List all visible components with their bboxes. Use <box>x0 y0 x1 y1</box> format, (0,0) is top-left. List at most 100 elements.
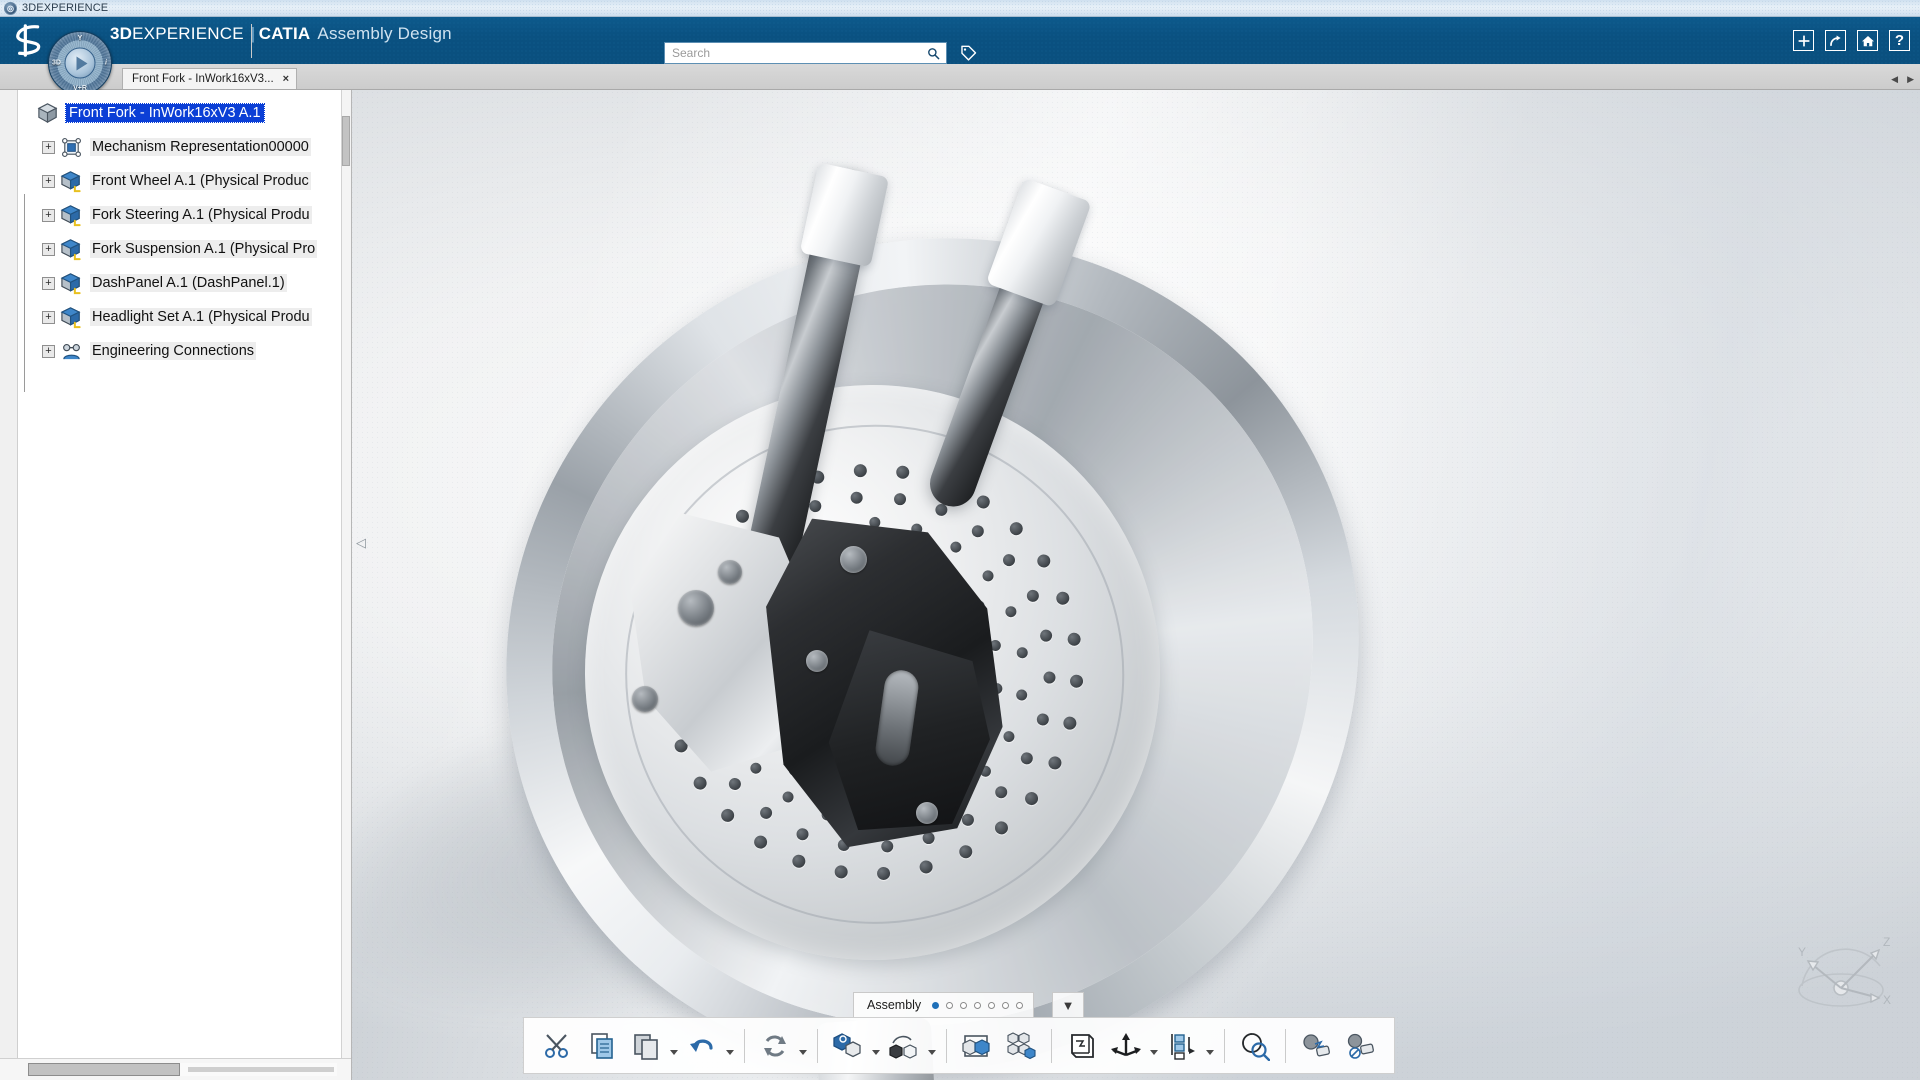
tree-node[interactable]: + DashPanel A.1 (DashPanel.1) <box>18 266 351 300</box>
product-root-icon <box>34 100 60 126</box>
paste-tool[interactable] <box>624 1022 668 1069</box>
section-page-dot[interactable] <box>1002 1001 1010 1009</box>
paste-tool-dropdown[interactable] <box>668 1022 680 1069</box>
insert-new-part-tool[interactable] <box>882 1022 926 1069</box>
tree-scroll-area[interactable]: Front Fork - InWork16xV3 A.1 + Mechanism R… <box>0 90 351 1058</box>
tree-node[interactable]: + Fork Steering A.1 (Physical Produ <box>18 198 351 232</box>
tab-next-icon[interactable]: ▶ <box>1907 74 1914 85</box>
update-tool[interactable] <box>753 1022 797 1069</box>
compass-quadrant-east[interactable]: i <box>105 60 107 67</box>
update-tool-dropdown[interactable] <box>797 1022 809 1069</box>
tag-button[interactable] <box>958 43 978 63</box>
tree-node[interactable]: + Engineering Connections <box>18 334 351 368</box>
tree-horizontal-scrollbar[interactable] <box>0 1058 351 1080</box>
section-page-dot[interactable] <box>946 1001 954 1009</box>
search-button[interactable] <box>920 43 946 63</box>
tree-node[interactable]: + Mechanism Representation00000 <box>18 130 351 164</box>
tree-expander-icon[interactable]: + <box>42 310 55 324</box>
tree-node[interactable]: + Headlight Set A.1 (Physical Produ <box>18 300 351 334</box>
manipulate-tool-dropdown[interactable] <box>1148 1022 1160 1069</box>
tree-hscroll-thumb[interactable] <box>28 1063 180 1076</box>
caliper-bolt[interactable] <box>806 650 828 672</box>
section-bar[interactable]: Assembly <box>853 992 1035 1017</box>
caliper-bolt[interactable] <box>916 802 938 824</box>
specification-tree[interactable]: Front Fork - InWork16xV3 A.1 + Mechanism R… <box>0 90 351 392</box>
tree-node-label[interactable]: Fork Suspension A.1 (Physical Pro <box>90 240 318 258</box>
compass-button[interactable]: Y 3D i V+R <box>48 31 112 95</box>
section-page-dot[interactable] <box>974 1001 982 1009</box>
reorder-tree-tool-dropdown[interactable] <box>1204 1022 1216 1069</box>
tree-node-label[interactable]: Headlight Set A.1 (Physical Produ <box>90 308 312 326</box>
tree-node-label[interactable]: Front Fork - InWork16xV3 A.1 <box>65 103 265 123</box>
brake-disc-hole <box>1016 646 1029 659</box>
insert-new-part-tool-dropdown[interactable] <box>926 1022 938 1069</box>
scissors-icon <box>545 1033 568 1058</box>
tree-vertical-scrollbar[interactable] <box>341 90 351 1058</box>
brake-disc-hole <box>971 524 985 538</box>
tree-expander-icon[interactable]: + <box>42 344 55 358</box>
axis-compass[interactable]: Y Z X <box>1786 928 1896 1028</box>
section-page-dots[interactable] <box>932 1001 1024 1009</box>
main-area: Y Z X Front Fork - InWork16xV3 A.1 + Mecha… <box>0 90 1920 1080</box>
explode-tool[interactable] <box>1060 1022 1104 1069</box>
insert-existing-product-tool-dropdown[interactable] <box>870 1022 882 1069</box>
compass-quadrant-west[interactable]: 3D <box>52 60 61 67</box>
tree-node-label[interactable]: Fork Steering A.1 (Physical Produ <box>90 206 312 224</box>
home-icon[interactable] <box>1857 30 1878 51</box>
compass-center[interactable] <box>64 47 96 79</box>
compass-quadrant-north[interactable]: Y <box>78 35 83 42</box>
add-icon[interactable] <box>1793 30 1814 51</box>
share-icon[interactable] <box>1825 30 1846 51</box>
section-page-dot[interactable] <box>1016 1001 1024 1009</box>
caliper-bolt[interactable] <box>840 546 867 573</box>
undo-icon <box>690 1039 713 1052</box>
carrier-bolt[interactable] <box>678 590 714 626</box>
close-icon[interactable]: × <box>283 73 289 85</box>
tab-prev-icon[interactable]: ◀ <box>1891 74 1898 85</box>
tree-node[interactable]: Front Fork - InWork16xV3 A.1 <box>18 96 351 130</box>
toolbar-separator <box>817 1028 818 1063</box>
insert-existing-product-tool[interactable] <box>826 1022 870 1069</box>
tree-hscroll-track[interactable] <box>28 1063 337 1076</box>
copy-tool[interactable] <box>580 1022 624 1069</box>
insert-product-icon <box>833 1032 861 1057</box>
search-input[interactable] <box>665 43 920 63</box>
undo-tool[interactable] <box>680 1022 724 1069</box>
panel-collapse-handle[interactable]: ◁ <box>355 530 367 556</box>
section-page-dot[interactable] <box>932 1001 940 1009</box>
tree-node[interactable]: + Front Wheel A.1 (Physical Produc <box>18 164 351 198</box>
carrier-bolt[interactable] <box>718 560 742 584</box>
tree-vertical-scroll-thumb[interactable] <box>342 116 350 166</box>
section-page-dot[interactable] <box>960 1001 968 1009</box>
multi-instantiation-tool[interactable] <box>999 1022 1043 1069</box>
measure-inertia-tool[interactable] <box>1338 1022 1382 1069</box>
tab-front-fork[interactable]: Front Fork - InWork16xV3... × <box>122 68 298 89</box>
tree-node-label[interactable]: Front Wheel A.1 (Physical Produc <box>90 172 311 190</box>
section-page-dot[interactable] <box>988 1001 996 1009</box>
undo-tool-dropdown[interactable] <box>724 1022 736 1069</box>
measure-between-tool[interactable] <box>1294 1022 1338 1069</box>
tree-node-label[interactable]: Mechanism Representation00000 <box>90 138 311 156</box>
reorder-tree-tool[interactable] <box>1160 1022 1204 1069</box>
tree-expander-icon[interactable]: + <box>42 208 55 222</box>
clash-analysis-tool[interactable] <box>1233 1022 1277 1069</box>
tree-expander-icon[interactable]: + <box>42 276 55 290</box>
tree-expander-icon[interactable]: + <box>42 242 55 256</box>
manipulate-tool[interactable] <box>1104 1022 1148 1069</box>
tree-expander-icon[interactable]: + <box>42 174 55 188</box>
help-icon[interactable]: ? <box>1889 30 1910 51</box>
tree-node[interactable]: + Fork Suspension A.1 (Physical Pro <box>18 232 351 266</box>
cut-tool[interactable] <box>536 1022 580 1069</box>
compass-dial[interactable]: Y 3D i V+R <box>48 31 112 95</box>
search-box[interactable] <box>664 42 947 64</box>
tree-node-label[interactable]: Engineering Connections <box>90 342 257 360</box>
carrier-bolt[interactable] <box>632 686 658 712</box>
tree-expander-icon[interactable]: + <box>42 140 55 154</box>
tree-node-label[interactable]: DashPanel A.1 (DashPanel.1) <box>90 274 287 292</box>
brake-disc-hole <box>876 866 891 881</box>
replace-component-tool[interactable] <box>955 1022 999 1069</box>
chevron-down-icon <box>670 1050 678 1055</box>
clash-detect-icon <box>1242 1032 1270 1061</box>
brake-disc-hole <box>893 492 907 506</box>
section-expand-button[interactable]: ▼ <box>1052 992 1084 1017</box>
